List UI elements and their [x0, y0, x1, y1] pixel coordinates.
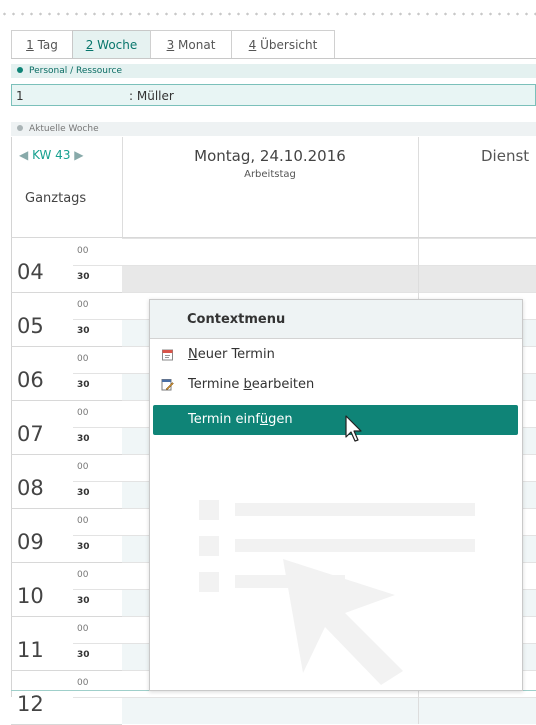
minute-label-30: 30	[77, 488, 90, 498]
minute-label-00: 00	[77, 570, 89, 580]
half-hour-divider	[73, 589, 122, 590]
resource-name: : Müller	[129, 89, 174, 103]
half-hour-divider	[73, 643, 122, 644]
minute-label-30: 30	[77, 326, 90, 336]
day-title: Dienst	[481, 147, 530, 165]
week-section-header: Aktuelle Woche	[11, 122, 536, 136]
menu-item-paste-appointment[interactable]: Termin einfügen	[153, 405, 518, 435]
minute-label-00: 00	[77, 462, 89, 472]
day-divider	[418, 238, 419, 292]
week-navigator: ◀ KW 43 ▶	[19, 148, 84, 162]
minute-label-30: 30	[77, 650, 90, 660]
minute-label-30: 30	[77, 434, 90, 444]
time-slot[interactable]	[122, 265, 536, 292]
prev-week-icon[interactable]: ◀	[19, 148, 28, 162]
tab-label: Woche	[93, 38, 138, 52]
resource-field[interactable]: 1 : Müller	[11, 84, 536, 106]
context-menu: Contextmenu Neuer Termin Termine bearbei…	[149, 299, 523, 691]
personal-section-header: Personal / Ressource	[11, 64, 536, 78]
time-slot[interactable]	[122, 238, 536, 265]
tab-label: Monat	[174, 38, 216, 52]
day-subtitle: Arbeitstag	[244, 169, 296, 180]
minute-label-00: 00	[77, 300, 89, 310]
minute-label-00: 00	[77, 624, 89, 634]
day-header-tuesday[interactable]: Dienst	[419, 137, 536, 237]
minute-label-30: 30	[77, 542, 90, 552]
section-dot-icon	[17, 125, 23, 131]
minute-label-00: 00	[77, 516, 89, 526]
mouse-pointer-icon	[345, 415, 362, 442]
menu-item-edit-appointments[interactable]: Termine bearbeiten	[153, 371, 518, 399]
tab-monat[interactable]: 3 Monat	[150, 30, 232, 58]
minute-label-30: 30	[77, 380, 90, 390]
edit-appointments-icon	[161, 379, 174, 391]
tab-shortcut: 1	[26, 38, 34, 52]
view-tabs: 1 Tag 2 Woche 3 Monat 4 Übersicht	[11, 30, 536, 59]
half-hour-divider	[73, 265, 122, 266]
tab-label: Tag	[33, 38, 58, 52]
hour-label: 10	[17, 584, 44, 608]
tab-woche[interactable]: 2 Woche	[72, 30, 151, 58]
minute-label-00: 00	[77, 246, 89, 256]
half-hour-divider	[73, 481, 122, 482]
week-section-label: Aktuelle Woche	[29, 124, 99, 134]
half-hour-divider	[73, 535, 122, 536]
tab-tag[interactable]: 1 Tag	[11, 30, 73, 58]
tab-label: Übersicht	[256, 38, 318, 52]
allday-label: Ganztags	[25, 191, 87, 206]
context-menu-title: Contextmenu	[150, 300, 522, 339]
time-slot[interactable]	[122, 697, 536, 724]
personal-section-label: Personal / Ressource	[29, 66, 122, 76]
context-menu-watermark-icon	[199, 500, 475, 685]
hour-label: 08	[17, 476, 44, 500]
menu-item-label: Neuer Termin	[188, 347, 275, 362]
hour-label: 12	[17, 692, 44, 716]
week-nav-header: ◀ KW 43 ▶ Ganztags	[11, 137, 123, 237]
half-hour-divider	[73, 697, 122, 698]
tab-uebersicht[interactable]: 4 Übersicht	[231, 30, 335, 58]
hour-label: 07	[17, 422, 44, 446]
minute-label-00: 00	[77, 678, 89, 688]
hour-row: 04 00 30	[11, 238, 536, 293]
day-title: Montag, 24.10.2016	[194, 147, 346, 165]
section-dot-icon	[17, 67, 23, 73]
half-hour-divider	[73, 373, 122, 374]
menu-item-label: Termin einfügen	[188, 412, 293, 427]
menu-item-label: Termine bearbeiten	[188, 377, 315, 392]
hour-label: 09	[17, 530, 44, 554]
week-number: KW 43	[32, 148, 71, 162]
resource-id: 1	[16, 89, 24, 103]
dotted-separator	[0, 11, 536, 17]
new-appointment-icon	[162, 349, 173, 361]
hour-label: 11	[17, 638, 44, 662]
minute-label-00: 00	[77, 408, 89, 418]
hour-label: 06	[17, 368, 44, 392]
next-week-icon[interactable]: ▶	[74, 148, 83, 162]
day-header-monday[interactable]: Montag, 24.10.2016 Arbeitstag	[122, 137, 419, 237]
half-hour-divider	[73, 427, 122, 428]
hour-label: 05	[17, 314, 44, 338]
minute-label-30: 30	[77, 596, 90, 606]
hour-label: 04	[17, 260, 44, 284]
minute-label-00: 00	[77, 354, 89, 364]
half-hour-divider	[73, 319, 122, 320]
minute-label-30: 30	[77, 272, 90, 282]
menu-item-new-appointment[interactable]: Neuer Termin	[153, 341, 518, 369]
